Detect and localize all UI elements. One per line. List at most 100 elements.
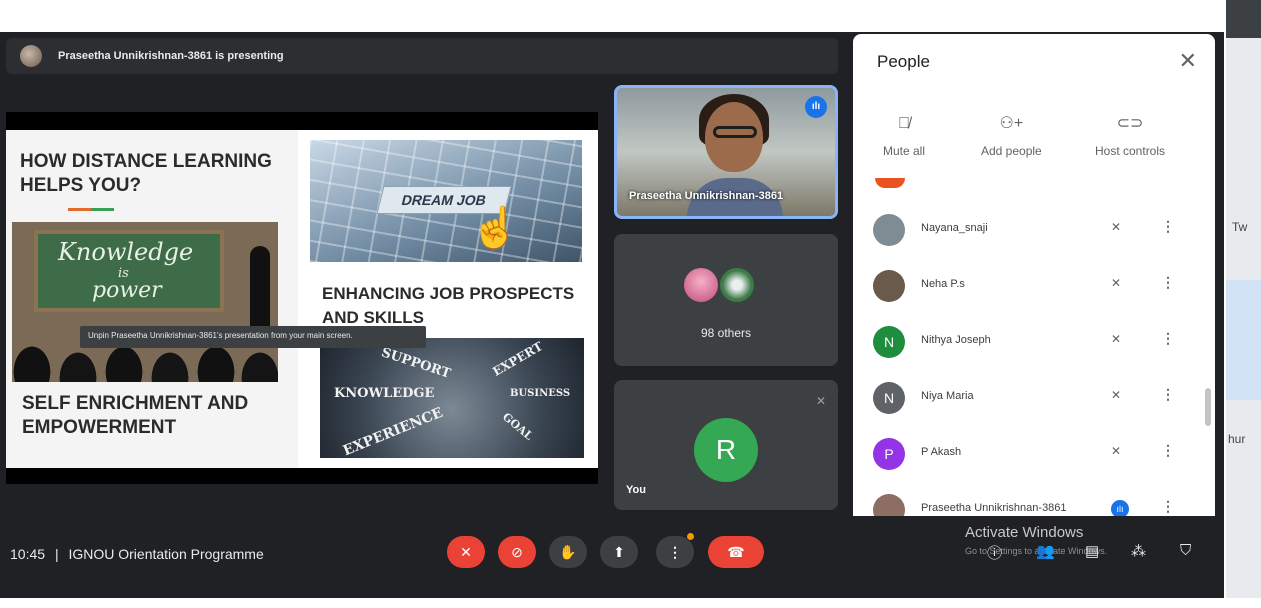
participant-row[interactable]: P P Akash ✕ ⋮ <box>853 426 1215 482</box>
add-people-label: Add people <box>981 144 1042 158</box>
participant-avatar <box>873 494 905 516</box>
background-window-strip: Tw hur <box>1224 0 1261 608</box>
self-avatar: R <box>694 418 758 482</box>
activate-windows-watermark: Activate Windows <box>965 524 1084 541</box>
biz-word-knowledge: KNOWLEDGE <box>334 386 435 401</box>
mute-all-label: Mute all <box>883 144 926 158</box>
presenter-tile-name: Praseetha Unnikrishnan-3861 <box>629 190 784 202</box>
toggle-icon: ⊂⊃ <box>1116 115 1144 132</box>
board-word-power: power <box>92 278 162 303</box>
host-controls-label: Host controls <box>1095 144 1166 158</box>
participant-avatar: N <box>873 326 905 358</box>
unpin-tooltip: Unpin Praseetha Unnikrishnan-3861's pres… <box>80 326 426 348</box>
participant-avatar: N <box>873 382 905 414</box>
self-tile[interactable]: ✕ R You <box>614 380 838 510</box>
participant-name: Nithya Joseph <box>921 334 991 346</box>
participant-name: Praseetha Unnikrishnan-3861 <box>921 502 1067 514</box>
slide-heading-self-enrichment: SELF ENRICHMENT AND EMPOWERMENT <box>22 393 249 438</box>
meeting-separator: | <box>54 546 59 562</box>
participant-avatar <box>873 214 905 246</box>
participant-name: Neha P.s <box>921 278 965 290</box>
participant-row[interactable]: Neha P.s ✕ ⋮ <box>853 258 1215 314</box>
people-panel: People ✕ 🎙̸ Mute all ⚇+ Add people ⊂⊃ Ho… <box>853 34 1215 516</box>
mic-off-icon[interactable]: ✕ <box>1111 388 1121 402</box>
speaking-indicator-icon: ılı <box>1111 500 1129 516</box>
partial-avatar <box>875 178 905 188</box>
pointer-hand-icon: ☝ <box>470 206 520 250</box>
other-avatar-1 <box>684 268 718 302</box>
others-count-label: 98 others <box>700 326 752 340</box>
strip-text-2: hur <box>1228 432 1246 446</box>
host-controls-icon[interactable]: ⛉ <box>1180 542 1191 559</box>
close-icon[interactable]: ✕ <box>1179 48 1197 74</box>
slide-heading-main: HOW DISTANCE LEARNING HELPS YOU? <box>20 151 272 196</box>
meeting-details-icon[interactable]: ⓘ <box>987 542 1002 563</box>
more-options-icon[interactable]: ⋮ <box>1161 274 1175 291</box>
host-controls-button[interactable]: ⊂⊃ Host controls <box>1095 114 1165 158</box>
others-tile[interactable]: 98 others <box>614 234 838 366</box>
meeting-time: 10:45 <box>10 546 46 562</box>
biz-word-business: BUSINESS <box>510 388 571 399</box>
participant-name: P Akash <box>921 446 962 458</box>
participant-row[interactable]: Praseetha Unnikrishnan-3861 ılı ⋮ <box>853 482 1215 516</box>
more-options-button[interactable]: ⋮ <box>656 536 694 568</box>
business-words-image: SUPPORT EXPERT KNOWLEDGE BUSINESS EXPERI… <box>320 338 584 458</box>
biz-word-experience: EXPERIENCE <box>340 404 446 458</box>
more-options-icon[interactable]: ⋮ <box>1161 498 1175 515</box>
mic-off-icon: 🎙̸ <box>898 115 911 132</box>
camera-toggle-button[interactable]: ⊘ <box>498 536 536 568</box>
more-options-icon[interactable]: ⋮ <box>1161 386 1175 403</box>
mic-off-icon[interactable]: ✕ <box>1111 276 1121 290</box>
mute-all-button[interactable]: 🎙̸ Mute all <box>883 114 925 158</box>
participant-name: Nayana_snaji <box>921 222 988 234</box>
chalkboard: Knowledge is power <box>34 230 224 312</box>
more-options-icon[interactable]: ⋮ <box>1161 442 1175 459</box>
panel-scrollbar[interactable] <box>1205 388 1211 426</box>
speaking-indicator-icon: ılı <box>805 96 827 118</box>
mic-toggle-button[interactable]: ✕ <box>447 536 485 568</box>
presenter-glasses <box>713 126 757 138</box>
biz-word-support: SUPPORT <box>379 345 453 382</box>
mic-off-icon[interactable]: ✕ <box>1111 220 1121 234</box>
mic-off-icon[interactable]: ✕ <box>1111 332 1121 346</box>
leave-call-button[interactable]: ☎ <box>708 536 764 568</box>
more-options-icon[interactable]: ⋮ <box>1161 330 1175 347</box>
activities-icon[interactable]: ⁂ <box>1131 542 1146 560</box>
present-button[interactable]: ⬆ <box>600 536 638 568</box>
participant-row[interactable]: N Nithya Joseph ✕ ⋮ <box>853 314 1215 370</box>
other-avatar-2 <box>720 268 754 302</box>
add-person-icon: ⚇+ <box>999 115 1024 132</box>
people-icon[interactable]: 👥 <box>1036 542 1055 560</box>
participant-row[interactable]: N Niya Maria ✕ ⋮ <box>853 370 1215 426</box>
muted-mic-icon: ✕ <box>815 394 826 408</box>
strip-text-1: Tw <box>1232 220 1248 234</box>
meeting-details: 10:45 | IGNOU Orientation Programme <box>10 546 264 562</box>
presenting-bar: Praseetha Unnikrishnan-3861 is presentin… <box>6 38 838 74</box>
biz-word-goal: GOAL <box>499 410 536 443</box>
add-people-button[interactable]: ⚇+ Add people <box>981 114 1042 158</box>
mic-off-icon[interactable]: ✕ <box>1111 444 1121 458</box>
keyboard-image: DREAM JOB ☝ <box>310 140 582 262</box>
presenter-video-tile[interactable]: ılı Praseetha Unnikrishnan-3861 <box>614 85 838 219</box>
biz-word-expert: EXPERT <box>490 339 546 379</box>
raise-hand-button[interactable]: ✋ <box>549 536 587 568</box>
strip-highlight <box>1226 280 1261 400</box>
board-word-knowledge: Knowledge <box>58 238 194 266</box>
slide-heading-job-prospects: ENHANCING JOB PROSPECTS AND SKILLS <box>322 284 575 327</box>
people-panel-title: People <box>877 52 930 71</box>
slide-accent-bar <box>68 208 114 211</box>
chat-icon[interactable]: ▤ <box>1085 542 1099 560</box>
meeting-name[interactable]: IGNOU Orientation Programme <box>68 546 263 562</box>
chalkboard-image: Knowledge is power <box>12 222 278 382</box>
participant-row[interactable]: Nayana_snaji ✕ ⋮ <box>853 202 1215 258</box>
self-label: You <box>626 484 646 496</box>
more-options-icon[interactable]: ⋮ <box>1161 218 1175 235</box>
presentation-slide[interactable]: HOW DISTANCE LEARNING HELPS YOU? Knowled… <box>6 130 598 468</box>
meet-screenshot: Praseetha Unnikrishnan-3861 is presentin… <box>0 0 1261 608</box>
presenting-text: Praseetha Unnikrishnan-3861 is presentin… <box>58 50 284 62</box>
presenter-avatar <box>20 45 42 67</box>
participant-avatar <box>873 270 905 302</box>
notification-dot <box>687 533 694 540</box>
strip-top-bar <box>1226 0 1261 38</box>
participant-name: Niya Maria <box>921 390 974 402</box>
